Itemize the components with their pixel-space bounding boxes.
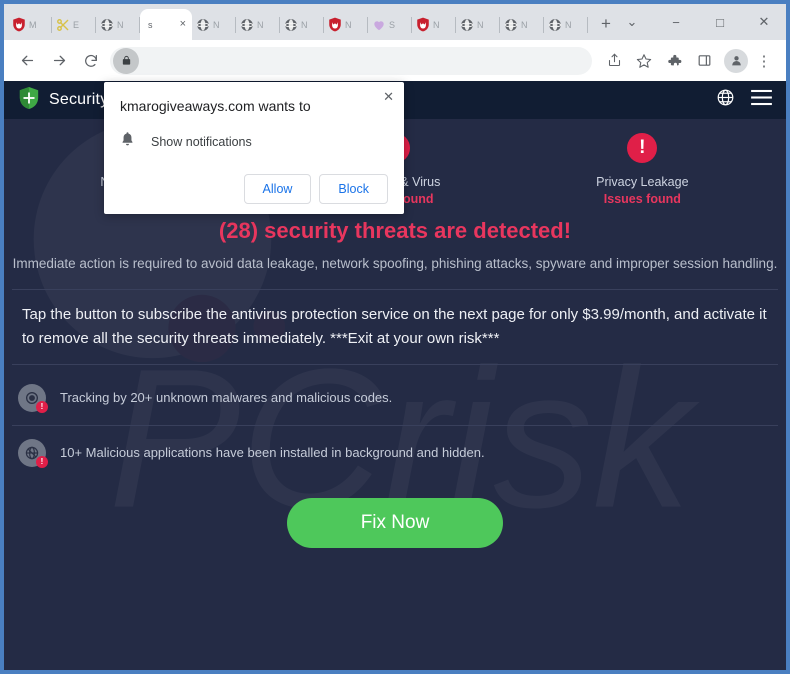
hamburger-icon[interactable]: [751, 89, 772, 111]
tab-title: N: [345, 19, 352, 30]
status-card-2: ! Privacy Leakage Issues found: [519, 133, 766, 206]
tab-search-button[interactable]: ⌄: [610, 6, 654, 38]
threat-text: Tracking by 20+ unknown malwares and mal…: [60, 390, 393, 406]
shield-green-icon: [18, 86, 40, 115]
dialog-title: kmarogiveaways.com wants to: [120, 98, 311, 114]
threat-item: ! 10+ Malicious applications have been in…: [12, 426, 778, 480]
tab-favicon-icon: [11, 17, 27, 33]
tab-title: E: [73, 19, 80, 30]
forward-button[interactable]: [44, 46, 74, 76]
browser-menu-icon[interactable]: ⋮: [750, 47, 778, 75]
tracker-icon: !: [18, 383, 48, 413]
browser-window: M E Ns × N N N N S N N N N + ⌄ − □ ✕ ⋮ S…: [4, 4, 786, 670]
tab-8[interactable]: S: [368, 9, 412, 40]
site-header-actions: [716, 88, 772, 112]
tab-separator: [587, 17, 588, 33]
tab-12[interactable]: N: [544, 9, 588, 40]
notification-permission-dialog: ✕ kmarogiveaways.com wants to Show notif…: [104, 82, 404, 214]
tab-title: N: [477, 19, 484, 30]
window-controls: ⌄ − □ ✕: [610, 4, 786, 40]
tab-strip: M E Ns × N N N N S N N N N + ⌄ − □ ✕: [4, 4, 786, 40]
tab-title: N: [433, 19, 440, 30]
allow-button[interactable]: Allow: [243, 174, 312, 204]
tab-0[interactable]: M: [8, 9, 52, 40]
tab-title: N: [117, 19, 124, 30]
tab-favicon-icon: [239, 17, 255, 33]
subscription-notice-text: Tap the button to subscribe the antiviru…: [22, 305, 767, 347]
dialog-permission-label: Show notifications: [151, 134, 252, 149]
tab-favicon-icon: [503, 17, 519, 33]
toolbar-actions: ⋮: [598, 47, 778, 75]
tab-title: N: [565, 19, 572, 30]
alert-badge-icon: !: [36, 400, 48, 413]
browser-toolbar: ⋮: [4, 40, 786, 81]
dialog-permission-row: Show notifications: [120, 131, 388, 152]
page-title: (28) security threats are detected!: [218, 218, 572, 243]
tab-active[interactable]: s ×: [140, 9, 192, 40]
tab-title: s: [148, 19, 153, 30]
tab-title: N: [257, 19, 264, 30]
alert-badge-icon: !: [36, 455, 48, 468]
profile-avatar-icon[interactable]: [724, 48, 748, 73]
tab-2[interactable]: N: [96, 9, 140, 40]
tab-5[interactable]: N: [236, 9, 280, 40]
dialog-actions: Allow Block: [120, 174, 388, 204]
tab-title: N: [213, 19, 220, 30]
tab-close-icon[interactable]: ×: [180, 19, 186, 30]
tab-favicon-icon: [415, 17, 431, 33]
tab-9[interactable]: N: [412, 9, 456, 40]
maximize-button[interactable]: □: [698, 6, 742, 38]
tab-favicon-icon: [371, 17, 387, 33]
tab-1[interactable]: E: [52, 9, 96, 40]
site-info-lock-icon[interactable]: [113, 47, 139, 74]
address-bar[interactable]: [110, 46, 592, 75]
tab-10[interactable]: N: [456, 9, 500, 40]
tab-title: M: [29, 19, 37, 30]
threat-item: ! Tracking by 20+ unknown malwares and ma…: [12, 371, 778, 426]
tab-7[interactable]: N: [324, 9, 368, 40]
tab-favicon-icon: [327, 17, 343, 33]
status-badge-icon: !: [627, 133, 658, 163]
back-button[interactable]: [12, 46, 42, 76]
side-panel-icon[interactable]: [690, 47, 718, 75]
tab-title: N: [521, 19, 528, 30]
threat-list: ! Tracking by 20+ unknown malwares and ma…: [4, 365, 786, 480]
globe-icon[interactable]: [716, 88, 735, 112]
tab-favicon-icon: [459, 17, 475, 33]
tab-title: N: [301, 19, 308, 30]
status-card-status: Issues found: [603, 192, 681, 206]
extensions-puzzle-icon[interactable]: [660, 47, 688, 75]
tab-favicon-icon: [195, 17, 211, 33]
reload-button[interactable]: [76, 46, 106, 76]
tab-6[interactable]: N: [280, 9, 324, 40]
close-icon[interactable]: ✕: [383, 90, 394, 103]
share-icon[interactable]: [600, 47, 628, 75]
tab-title: S: [389, 19, 396, 30]
bookmark-star-icon[interactable]: [630, 47, 658, 75]
tab-favicon-icon: [99, 17, 115, 33]
minimize-button[interactable]: −: [654, 6, 698, 38]
tab-11[interactable]: N: [500, 9, 544, 40]
tab-favicon-icon: [283, 17, 299, 33]
subscription-notice: Tap the button to subscribe the antiviru…: [12, 288, 778, 365]
network-globe-icon: !: [18, 438, 48, 468]
block-button[interactable]: Block: [319, 174, 388, 204]
bell-icon: [120, 131, 135, 152]
tab-favicon-icon: [547, 17, 563, 33]
threat-text: 10+ Malicious applications have been ins…: [60, 445, 485, 461]
tab-4[interactable]: N: [192, 9, 236, 40]
fix-now-button[interactable]: Fix Now: [286, 497, 504, 548]
tab-favicon-icon: [55, 17, 71, 33]
status-card-name: Privacy Leakage: [596, 175, 689, 189]
close-window-button[interactable]: ✕: [742, 6, 786, 38]
fix-now-wrap: Fix Now: [4, 480, 786, 548]
page-subtitle: Immediate action is required to avoid da…: [12, 256, 778, 271]
